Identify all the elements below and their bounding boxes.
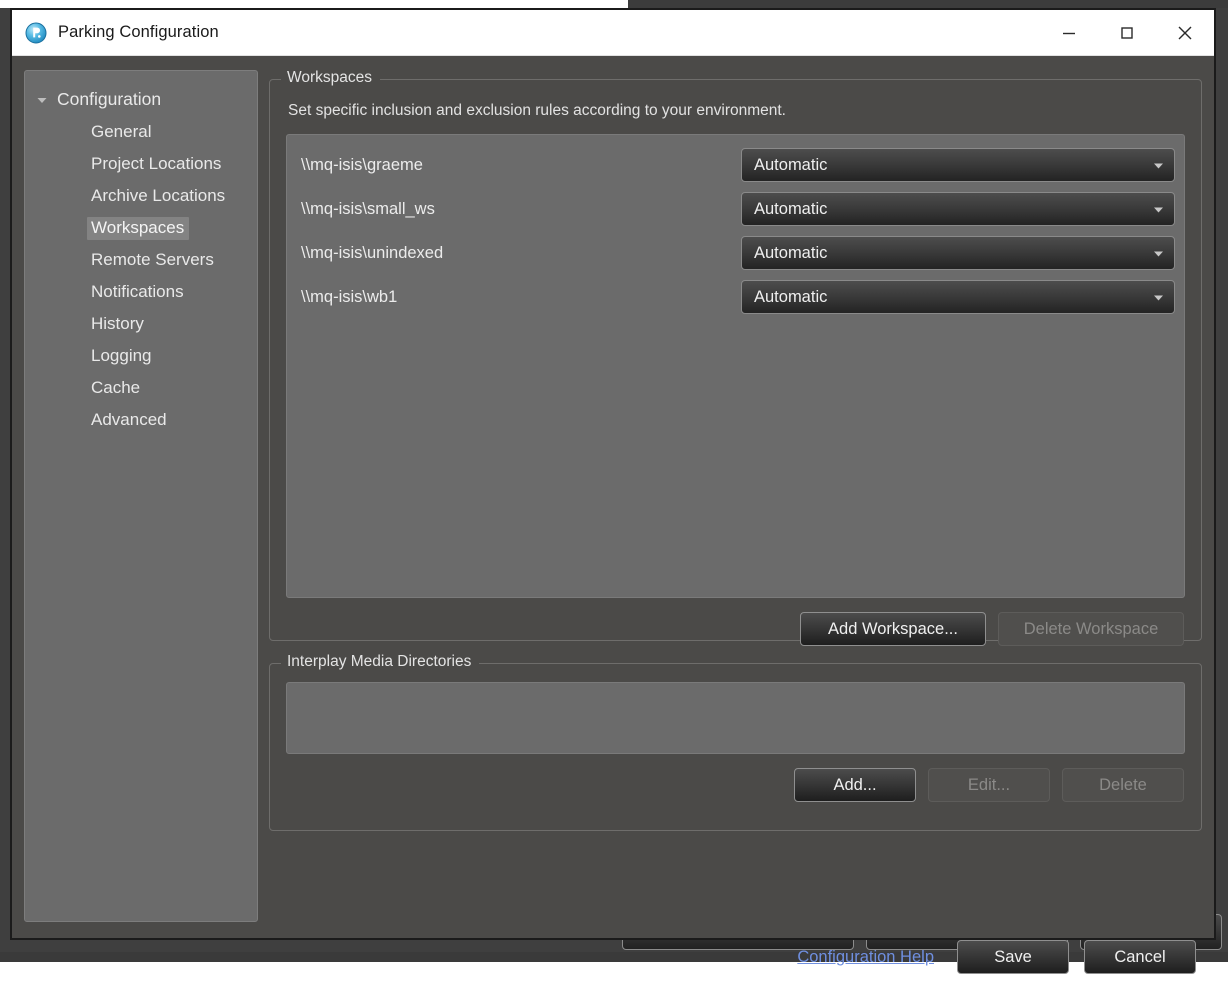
workspace-path: \\mq-isis\graeme bbox=[296, 156, 741, 175]
workspaces-group: Workspaces Set specific inclusion and ex… bbox=[269, 79, 1202, 641]
save-button[interactable]: Save bbox=[957, 940, 1069, 974]
delete-workspace-button: Delete Workspace bbox=[998, 612, 1184, 646]
sidebar-item-logging[interactable]: Logging bbox=[25, 340, 257, 372]
sidebar-item-label: Logging bbox=[87, 345, 157, 368]
sidebar-item-label: History bbox=[87, 313, 149, 336]
cancel-button[interactable]: Cancel bbox=[1084, 940, 1196, 974]
interplay-media-directories-group: Interplay Media Directories Add... Edit.… bbox=[269, 663, 1202, 831]
workspaces-group-title: Workspaces bbox=[281, 69, 380, 87]
interplay-edit-button: Edit... bbox=[928, 768, 1050, 802]
background-right-strip bbox=[628, 0, 1228, 8]
workspace-path: \\mq-isis\small_ws bbox=[296, 200, 741, 219]
table-row[interactable]: \\mq-isis\small_ws Automatic bbox=[296, 187, 1175, 231]
configuration-tree[interactable]: Configuration General Project Locations … bbox=[24, 70, 258, 922]
sidebar-item-label: Project Locations bbox=[87, 153, 226, 176]
workspaces-list[interactable]: \\mq-isis\graeme Automatic \\mq-isis\sma… bbox=[286, 134, 1185, 598]
sidebar-item-label: General bbox=[87, 121, 156, 144]
sidebar-item-label: Archive Locations bbox=[87, 185, 230, 208]
workspace-path: \\mq-isis\wb1 bbox=[296, 288, 741, 307]
parking-configuration-dialog: Parking Configuration bbox=[10, 8, 1216, 940]
tree-root-configuration[interactable]: Configuration bbox=[25, 83, 257, 116]
workspace-mode-select[interactable]: Automatic bbox=[741, 280, 1175, 314]
workspaces-description: Set specific inclusion and exclusion rul… bbox=[288, 102, 1185, 120]
window-controls bbox=[1040, 10, 1214, 56]
background-white-strip bbox=[0, 0, 628, 8]
interplay-actions: Add... Edit... Delete bbox=[286, 768, 1185, 802]
chevron-down-icon[interactable] bbox=[1152, 159, 1165, 172]
parking-app-icon bbox=[25, 22, 47, 44]
dialog-footer: Configuration Help Save Cancel bbox=[12, 922, 1214, 992]
table-row[interactable]: \\mq-isis\graeme Automatic bbox=[296, 143, 1175, 187]
close-button[interactable] bbox=[1156, 10, 1214, 56]
sidebar-item-archive-locations[interactable]: Archive Locations bbox=[25, 180, 257, 212]
interplay-group-title: Interplay Media Directories bbox=[281, 653, 479, 671]
sidebar-item-label: Advanced bbox=[87, 409, 172, 432]
maximize-button[interactable] bbox=[1098, 10, 1156, 56]
sidebar-item-general[interactable]: General bbox=[25, 116, 257, 148]
tree-root-label: Configuration bbox=[57, 89, 161, 110]
sidebar-item-advanced[interactable]: Advanced bbox=[25, 404, 257, 436]
minimize-button[interactable] bbox=[1040, 10, 1098, 56]
configuration-help-link[interactable]: Configuration Help bbox=[797, 948, 934, 967]
screen: Parking Configuration bbox=[0, 0, 1228, 962]
workspace-mode-select[interactable]: Automatic bbox=[741, 236, 1175, 270]
sidebar-item-notifications[interactable]: Notifications bbox=[25, 276, 257, 308]
workspace-mode-select[interactable]: Automatic bbox=[741, 148, 1175, 182]
sidebar-item-label: Notifications bbox=[87, 281, 189, 304]
workspace-mode-select[interactable]: Automatic bbox=[741, 192, 1175, 226]
add-workspace-button[interactable]: Add Workspace... bbox=[800, 612, 986, 646]
workspace-actions: Add Workspace... Delete Workspace bbox=[286, 612, 1185, 646]
chevron-down-icon[interactable] bbox=[33, 94, 51, 106]
chevron-down-icon[interactable] bbox=[1152, 247, 1165, 260]
table-row[interactable]: \\mq-isis\unindexed Automatic bbox=[296, 231, 1175, 275]
dialog-body: Configuration General Project Locations … bbox=[12, 56, 1214, 922]
sidebar-item-label: Remote Servers bbox=[87, 249, 219, 272]
sidebar-item-label: Workspaces bbox=[87, 217, 189, 240]
interplay-directories-list[interactable] bbox=[286, 682, 1185, 754]
workspace-path: \\mq-isis\unindexed bbox=[296, 244, 741, 263]
interplay-delete-button: Delete bbox=[1062, 768, 1184, 802]
workspace-mode-value: Automatic bbox=[754, 156, 1152, 175]
table-row[interactable]: \\mq-isis\wb1 Automatic bbox=[296, 275, 1175, 319]
title-bar[interactable]: Parking Configuration bbox=[12, 10, 1214, 56]
settings-pane: Workspaces Set specific inclusion and ex… bbox=[269, 70, 1202, 922]
sidebar-item-label: Cache bbox=[87, 377, 145, 400]
chevron-down-icon[interactable] bbox=[1152, 291, 1165, 304]
sidebar-item-workspaces[interactable]: Workspaces bbox=[25, 212, 257, 244]
workspace-mode-value: Automatic bbox=[754, 200, 1152, 219]
sidebar-item-remote-servers[interactable]: Remote Servers bbox=[25, 244, 257, 276]
interplay-add-button[interactable]: Add... bbox=[794, 768, 916, 802]
workspace-mode-value: Automatic bbox=[754, 288, 1152, 307]
chevron-down-icon[interactable] bbox=[1152, 203, 1165, 216]
sidebar-item-history[interactable]: History bbox=[25, 308, 257, 340]
window-title: Parking Configuration bbox=[58, 23, 1040, 42]
workspace-mode-value: Automatic bbox=[754, 244, 1152, 263]
sidebar-item-cache[interactable]: Cache bbox=[25, 372, 257, 404]
sidebar-item-project-locations[interactable]: Project Locations bbox=[25, 148, 257, 180]
